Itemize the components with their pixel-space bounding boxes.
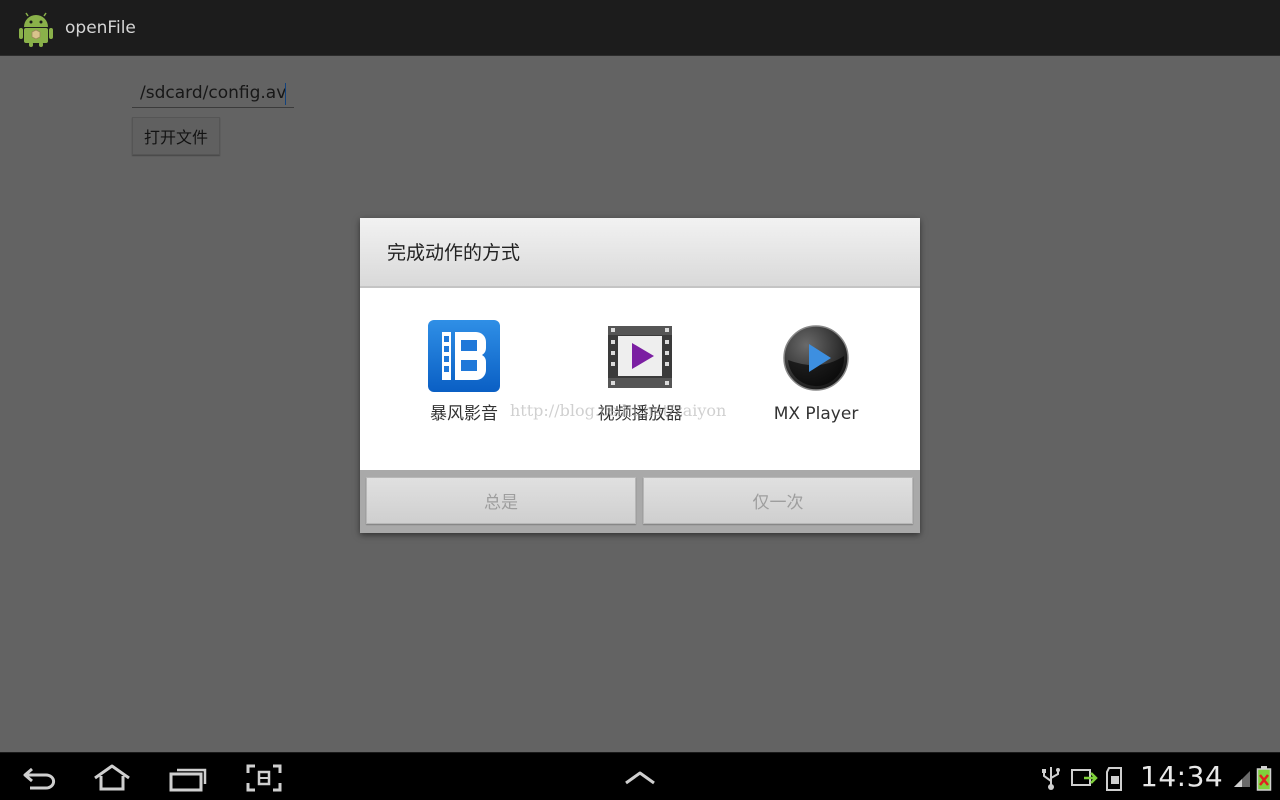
app-option-label: MX Player — [773, 404, 859, 424]
chooser-dialog: 完成动作的方式 暴风影音 视频播放器 MX Player http://blog… — [360, 218, 920, 533]
home-icon[interactable] — [92, 763, 132, 793]
just-once-button[interactable]: 仅一次 — [643, 477, 913, 524]
action-bar: openFile — [0, 0, 1280, 56]
signal-icon — [1234, 771, 1250, 787]
baofeng-film-icon — [428, 320, 500, 392]
dialog-header: 完成动作的方式 — [360, 218, 920, 288]
app-chooser-grid: 暴风影音 视频播放器 MX Player http://blog.csdn.ne… — [360, 288, 920, 470]
app-title: openFile — [65, 18, 136, 38]
video-player-film-icon — [608, 326, 672, 388]
usb-icon — [1042, 767, 1060, 790]
battery-icon — [1256, 766, 1272, 791]
app-option-label: 暴风影音 — [430, 404, 498, 424]
screenshot-icon[interactable] — [244, 763, 284, 793]
app-option-mx-player[interactable]: MX Player — [736, 318, 896, 438]
sd-card-icon — [1106, 767, 1122, 791]
mx-player-play-icon — [783, 325, 849, 391]
dialog-title: 完成动作的方式 — [387, 242, 521, 264]
system-bar: 14:34 — [0, 752, 1280, 800]
status-clock: 14:34 — [1140, 760, 1224, 793]
back-icon[interactable] — [20, 763, 60, 793]
always-button[interactable]: 总是 — [366, 477, 636, 524]
sync-icon — [1071, 769, 1098, 786]
android-robot-icon — [19, 12, 53, 47]
dialog-footer: 总是 仅一次 — [360, 470, 920, 533]
app-option-baofeng[interactable]: 暴风影音 — [384, 318, 544, 438]
app-option-video-player[interactable]: 视频播放器 — [560, 318, 720, 438]
menu-up-icon[interactable] — [620, 763, 660, 793]
app-option-label: 视频播放器 — [597, 404, 683, 424]
recent-apps-icon[interactable] — [168, 763, 208, 793]
